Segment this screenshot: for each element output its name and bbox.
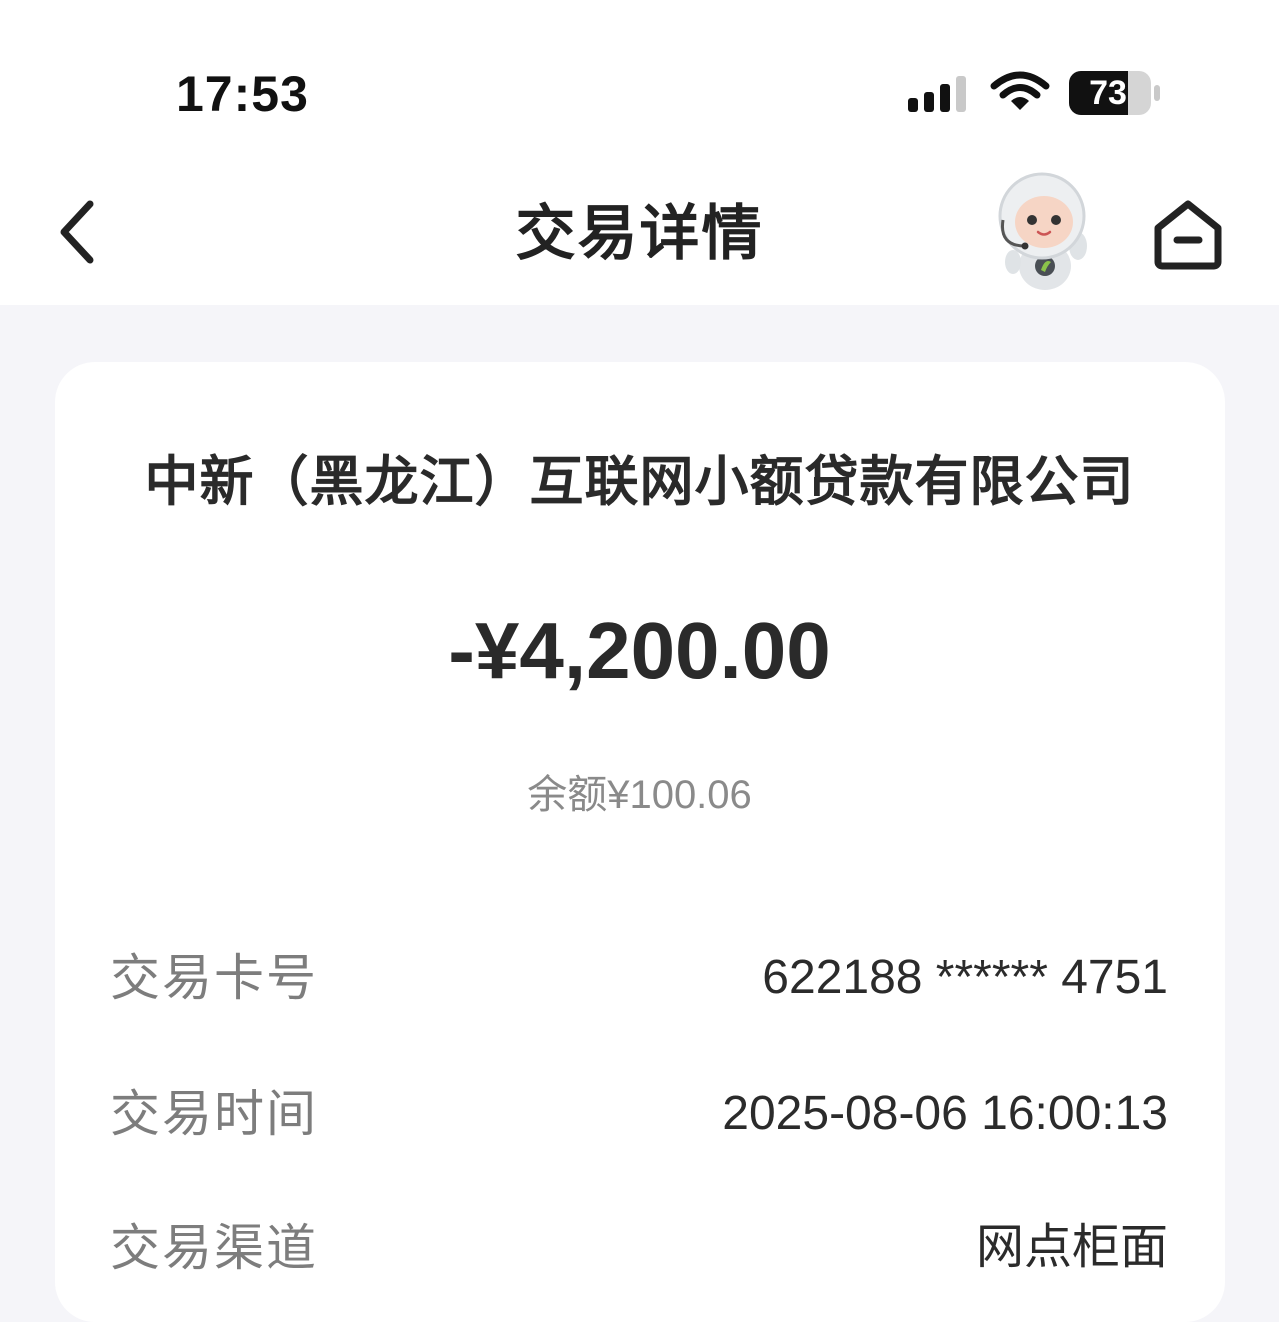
counterparty-name: 中新（黑龙江）互联网小额贷款有限公司: [144, 452, 1135, 512]
robot-mascot-icon[interactable]: [985, 170, 1100, 295]
balance-text: 余额¥100.06: [527, 773, 752, 817]
card-number-value: 622188 ****** 4751: [762, 951, 1168, 1004]
home-icon[interactable]: [1150, 196, 1226, 272]
status-time: 17:53: [176, 66, 309, 122]
signal-icon: [908, 76, 966, 112]
transaction-time-value: 2025-08-06 16:00:13: [722, 1087, 1168, 1140]
wifi-icon: [990, 71, 1050, 110]
transaction-channel-label: 交易渠道: [110, 1220, 318, 1276]
transaction-time-label: 交易时间: [110, 1086, 318, 1142]
card-number-label: 交易卡号: [110, 950, 318, 1006]
transaction-channel-value: 网点柜面: [975, 1221, 1168, 1274]
transaction-amount: -¥4,200.00: [448, 606, 831, 695]
battery-level: 73: [1089, 74, 1127, 112]
